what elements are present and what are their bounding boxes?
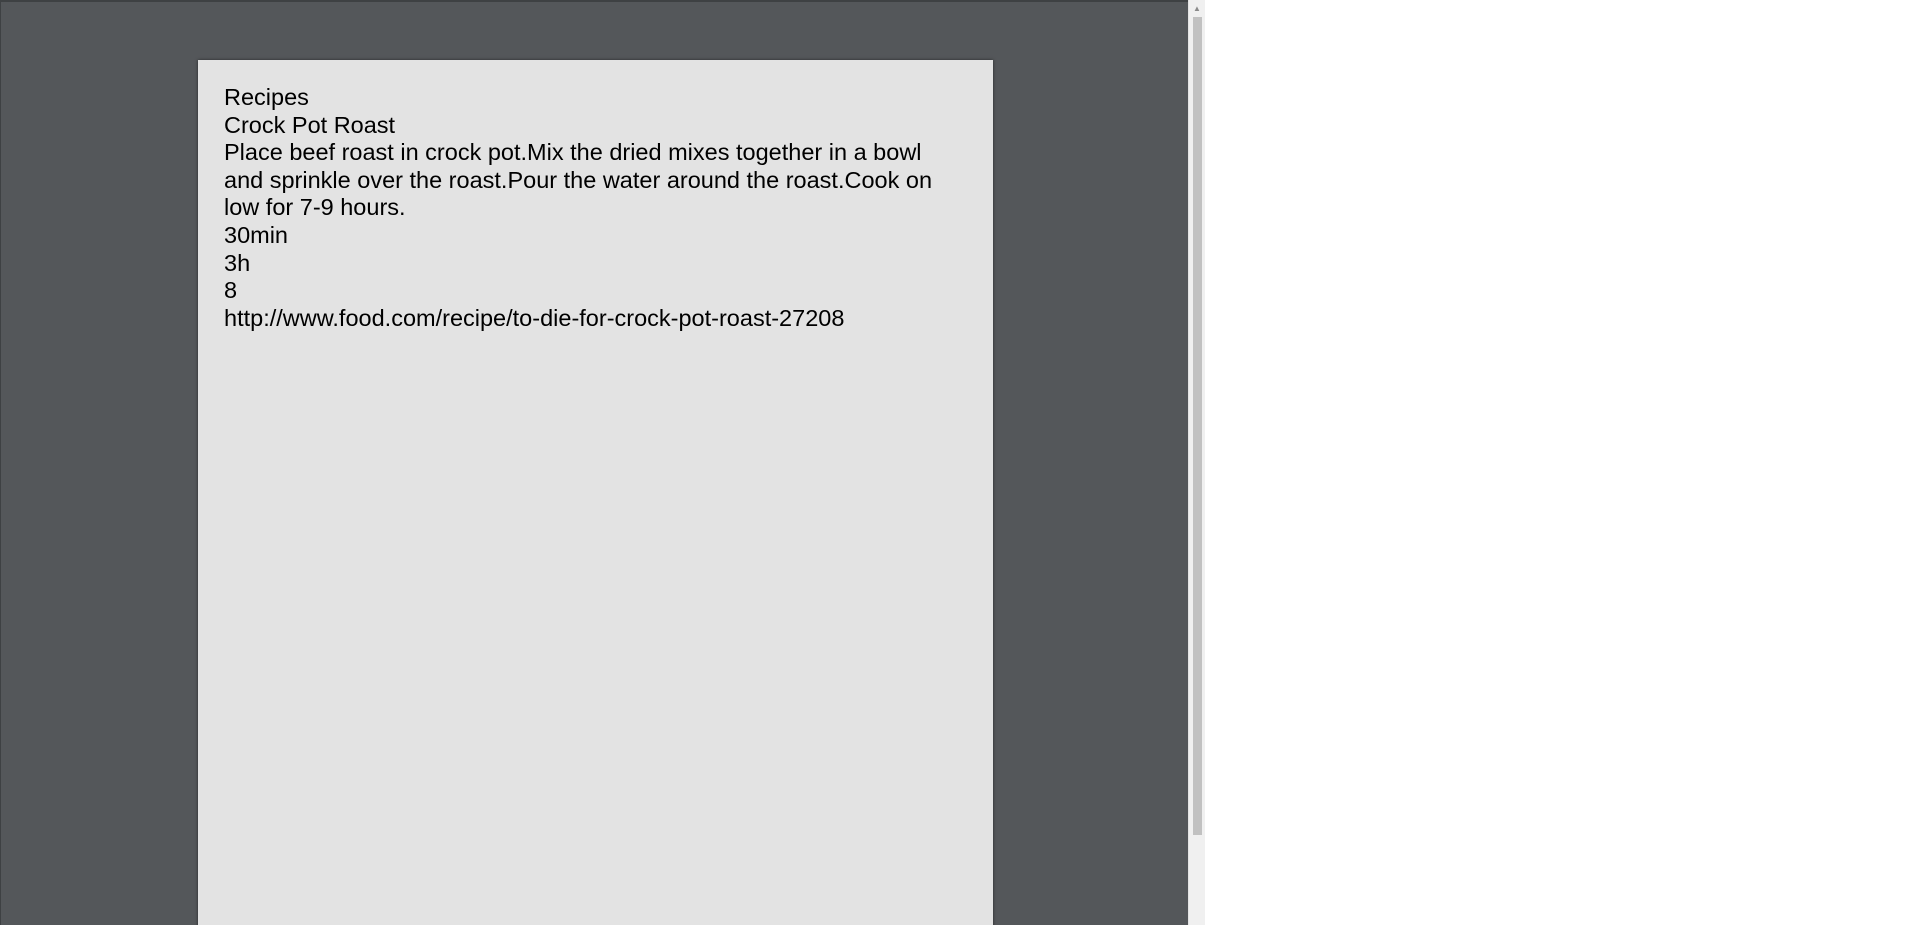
triangle-up-icon[interactable]: ▲ — [1189, 0, 1205, 17]
blank-area — [1205, 0, 1905, 925]
vertical-scrollbar[interactable]: ▲ — [1188, 0, 1205, 925]
document-viewer: Recipes Crock Pot Roast Place beef roast… — [0, 0, 1188, 925]
servings: 8 — [224, 277, 238, 304]
scroll-thumb[interactable] — [1193, 17, 1202, 835]
source-url: http://www.food.com/recipe/to-die-for-cr… — [224, 304, 845, 331]
document-heading: Recipes — [224, 84, 309, 110]
prep-time: 30min — [224, 221, 289, 248]
cook-time: 3h — [224, 249, 251, 276]
recipe-title: Crock Pot Roast — [224, 111, 396, 138]
document-page: Recipes Crock Pot Roast Place beef roast… — [198, 60, 993, 925]
recipe-instructions: Place beef roast in crock pot.Mix the dr… — [224, 139, 933, 221]
